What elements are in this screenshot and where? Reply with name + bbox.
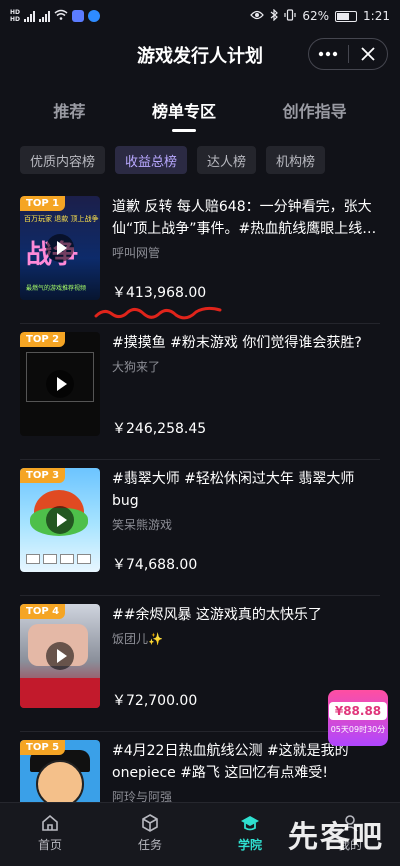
earnings-amount: ￥72,700.00 (112, 693, 198, 709)
nav-home[interactable]: 首页 (20, 813, 80, 853)
item-info: #摸摸鱼 #粉末游戏 你们觉得谁会获胜? 大狗来了 (112, 332, 380, 375)
list-item[interactable]: TOP 3 #翡翠大师 #轻松休闲过大年 翡翠大师bug 笑呆熊游戏 ￥74,6… (20, 462, 380, 596)
chip-earnings-total[interactable]: 收益总榜 (115, 146, 188, 174)
nav-label: 学院 (237, 837, 262, 852)
wifi-icon (54, 9, 68, 23)
author-name[interactable]: 呼叫网管 (112, 244, 380, 261)
play-icon[interactable] (46, 370, 74, 398)
chip-agencies[interactable]: 机构榜 (266, 146, 326, 174)
watermark: 先客吧 (288, 820, 384, 855)
clock: 1:21 (363, 9, 390, 23)
close-icon[interactable] (349, 39, 388, 69)
video-thumbnail[interactable]: TOP 2 (20, 332, 100, 436)
nav-academy[interactable]: 学院 (220, 813, 280, 853)
eye-icon (250, 9, 265, 23)
rank-badge: TOP 1 (20, 196, 66, 211)
item-info: 道歉 反转 每人赔648：一分钟看完，张大仙“顶上战争”事件。#热血航线鹰眼上线… (112, 196, 380, 261)
thumbnail-art (26, 554, 91, 564)
ranking-filter-chips: 优质内容榜 收益总榜 达人榜 机构榜 (20, 146, 390, 176)
earnings-amount: ￥413,968.00 (112, 285, 207, 301)
battery-icon (335, 10, 358, 22)
author-name[interactable]: 大狗来了 (112, 358, 380, 375)
promo-countdown: 05天09时30分 (330, 724, 386, 734)
red-annotation-squiggle (94, 306, 222, 320)
status-bar: HD HD 62% 1:21 (0, 0, 400, 32)
video-title[interactable]: 道歉 反转 每人赔648：一分钟看完，张大仙“顶上战争”事件。#热血航线鹰眼上线… (112, 196, 380, 240)
list-item[interactable]: TOP 2 #摸摸鱼 #粉末游戏 你们觉得谁会获胜? 大狗来了 ￥246,258… (20, 326, 380, 460)
page-header: 游戏发行人计划 (0, 32, 400, 78)
promo-price: ¥88.88 (328, 701, 388, 720)
signal-icon-2 (39, 10, 51, 22)
mini-program-capsule (308, 38, 388, 70)
thumbnail-caption: 百万玩家 退款 顶上战争 (24, 215, 99, 223)
hd-icon: HD HD (10, 9, 21, 23)
video-title[interactable]: ##余烬风暴 这游戏真的太快乐了 (112, 604, 380, 626)
top-tabs: 推荐 榜单专区 创作指导 (0, 90, 400, 134)
app-notification-icon-2 (88, 10, 101, 22)
video-thumbnail[interactable]: TOP 4 (20, 604, 100, 708)
video-title[interactable]: #4月22日热血航线公测 #这就是我的onepiece #路飞 这回忆有点难受! (112, 740, 380, 784)
tab-creation-guide[interactable]: 创作指导 (273, 90, 357, 130)
nav-label: 首页 (37, 837, 62, 852)
author-name[interactable]: 笑呆熊游戏 (112, 516, 380, 533)
rank-badge: TOP 3 (20, 468, 66, 483)
video-thumbnail[interactable]: TOP 3 (20, 468, 100, 572)
play-icon[interactable] (46, 506, 74, 534)
rank-badge: TOP 4 (20, 604, 66, 619)
tab-recommend[interactable]: 推荐 (43, 90, 95, 130)
thumbnail-art (20, 678, 100, 708)
nav-tasks[interactable]: 任务 (120, 813, 180, 853)
video-title[interactable]: #摸摸鱼 #粉末游戏 你们觉得谁会获胜? (112, 332, 380, 354)
item-info: ##余烬风暴 这游戏真的太快乐了 饭团儿✨ (112, 604, 380, 647)
rank-badge: TOP 2 (20, 332, 66, 347)
app-notification-icon (72, 10, 85, 22)
home-icon (42, 814, 58, 831)
nav-label: 任务 (137, 837, 162, 852)
earnings-amount: ￥74,688.00 (112, 557, 198, 573)
status-left: HD HD (10, 9, 101, 23)
rank-badge: TOP 5 (20, 740, 66, 755)
video-thumbnail[interactable]: 百万玩家 退款 顶上战争 战争 最燃气的游戏推荐视频 TOP 1 (20, 196, 100, 300)
floating-promo-badge[interactable]: ¥88.88 05天09时30分 (328, 690, 388, 746)
list-item[interactable]: TOP 4 ##余烬风暴 这游戏真的太快乐了 饭团儿✨ ￥72,700.00 (20, 598, 380, 732)
chip-quality-content[interactable]: 优质内容榜 (20, 146, 106, 174)
video-title[interactable]: #翡翠大师 #轻松休闲过大年 翡翠大师bug (112, 468, 380, 512)
cube-icon (142, 813, 158, 832)
vibrate-icon (284, 8, 296, 24)
play-icon[interactable] (46, 234, 74, 262)
chip-creators[interactable]: 达人榜 (197, 146, 257, 174)
status-right: 62% 1:21 (250, 8, 390, 24)
bluetooth-icon (270, 8, 279, 24)
tab-rankings[interactable]: 榜单专区 (142, 90, 226, 130)
item-info: #4月22日热血航线公测 #这就是我的onepiece #路飞 这回忆有点难受!… (112, 740, 380, 805)
graduation-cap-icon (241, 815, 259, 830)
battery-percent: 62% (302, 9, 330, 23)
author-name[interactable]: 饭团儿✨ (112, 630, 380, 647)
more-dots-icon[interactable] (309, 39, 348, 69)
play-icon[interactable] (46, 642, 74, 670)
thumbnail-footer: 最燃气的游戏推荐视频 (26, 285, 87, 292)
item-info: #翡翠大师 #轻松休闲过大年 翡翠大师bug 笑呆熊游戏 (112, 468, 380, 533)
thumbnail-art (36, 760, 84, 808)
earnings-amount: ￥246,258.45 (112, 421, 207, 437)
signal-icon (24, 10, 36, 22)
page-title: 游戏发行人计划 (137, 46, 263, 67)
